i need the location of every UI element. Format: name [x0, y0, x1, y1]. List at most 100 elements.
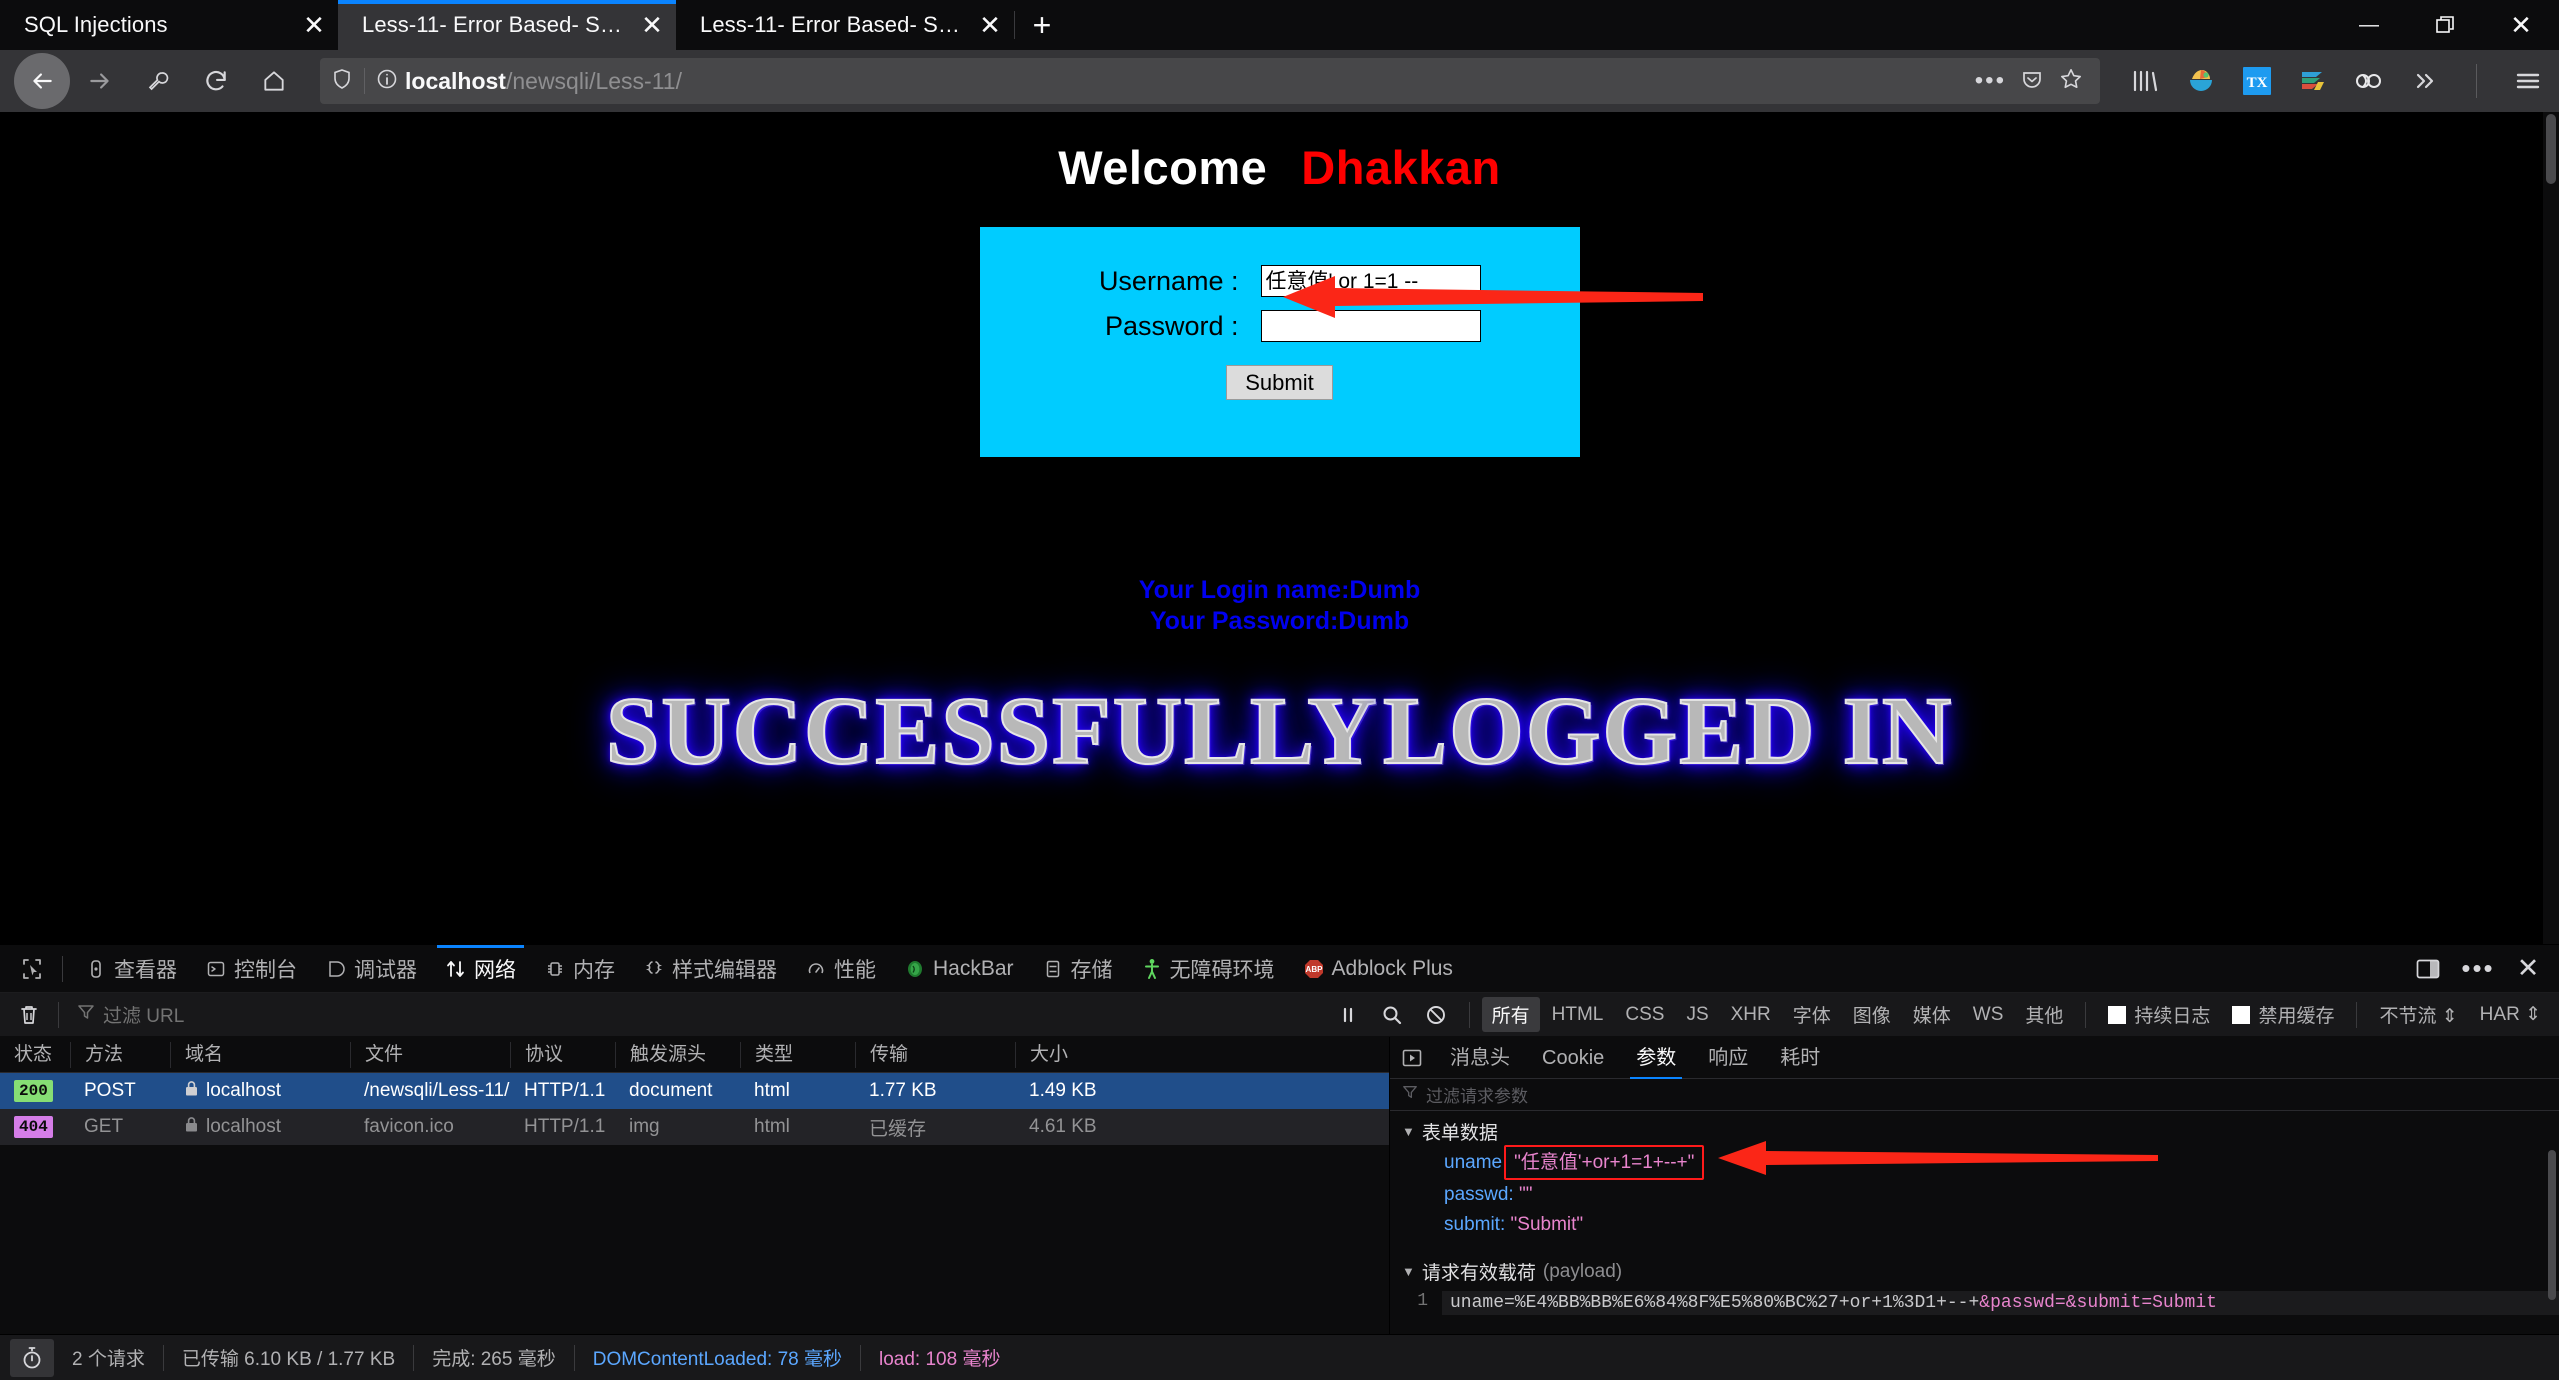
- close-icon[interactable]: ✕: [966, 1, 1014, 49]
- overflow-chevrons-icon[interactable]: [2408, 64, 2442, 98]
- filter-chip-ws[interactable]: WS: [1963, 1000, 2014, 1030]
- library-icon[interactable]: [2128, 64, 2162, 98]
- chevron-down-icon: ▼: [1402, 1124, 1415, 1139]
- maximize-icon[interactable]: [2407, 0, 2483, 50]
- form-data-row-submit[interactable]: submit: "Submit": [1444, 1210, 2559, 1239]
- filter-chip-js[interactable]: JS: [1676, 1000, 1718, 1030]
- devtools-tab-console[interactable]: 控制台: [191, 945, 311, 993]
- back-icon[interactable]: [14, 53, 70, 109]
- cell-type: html: [754, 1116, 790, 1137]
- hamburger-menu-icon[interactable]: [2511, 64, 2545, 98]
- disable-cache-checkbox[interactable]: 禁用缓存: [2222, 1001, 2344, 1028]
- filter-icon: [77, 1003, 95, 1026]
- tx-extension-icon[interactable]: TX: [2240, 64, 2274, 98]
- timer-icon[interactable]: [10, 1338, 54, 1377]
- devtools-tab-network[interactable]: 网络: [431, 944, 530, 993]
- minimize-icon[interactable]: —: [2331, 0, 2407, 50]
- filter-chip-all[interactable]: 所有: [1481, 997, 1540, 1032]
- toolbar-divider: [2476, 64, 2477, 98]
- shield-icon[interactable]: [330, 67, 354, 96]
- url-bar[interactable]: localhost/newsqli/Less-11/ •••: [320, 58, 2100, 104]
- column-header-protocol[interactable]: 协议: [510, 1041, 615, 1068]
- column-header-method[interactable]: 方法: [70, 1041, 170, 1068]
- details-tab-response[interactable]: 响应: [1692, 1037, 1764, 1079]
- filter-chip-xhr[interactable]: XHR: [1721, 1000, 1781, 1030]
- browser-window: SQL Injections ✕ Less-11- Error Based- S…: [0, 0, 2559, 1380]
- home-icon[interactable]: [246, 53, 302, 109]
- devtools-panel: 查看器 控制台 调试器 网络 内存 样式编辑器 性能 HackBar 存储 无障…: [0, 944, 2559, 1380]
- payload-code[interactable]: uname=%E4%BB%BB%E6%84%8F%E5%80%BC%27+or+…: [1442, 1291, 2559, 1316]
- browser-tab-3[interactable]: Less-11- Error Based- String ✕: [676, 0, 1014, 50]
- table-row[interactable]: 404 GET localhost favicon.ico HTTP/1.1 i…: [0, 1109, 1389, 1145]
- stripes-extension-icon[interactable]: [2296, 64, 2330, 98]
- har-dropdown[interactable]: HAR ⇕: [2470, 999, 2551, 1030]
- details-tab-timings[interactable]: 耗时: [1764, 1037, 1836, 1079]
- browser-tab-1[interactable]: SQL Injections ✕: [0, 0, 338, 50]
- devtools-tab-hackbar[interactable]: HackBar: [890, 945, 1028, 993]
- submit-button[interactable]: Submit: [1226, 365, 1333, 400]
- devtools-tab-adblock[interactable]: ABP Adblock Plus: [1289, 945, 1467, 993]
- wrench-icon[interactable]: [130, 53, 186, 109]
- persist-logs-checkbox[interactable]: 持续日志: [2098, 1001, 2220, 1028]
- details-scrollbar-thumb[interactable]: [2548, 1150, 2556, 1300]
- payload-header[interactable]: ▼ 请求有效载荷 (payload): [1402, 1258, 2559, 1285]
- browser-tab-2[interactable]: Less-11- Error Based- String ✕: [338, 0, 676, 50]
- cell-status: 200: [0, 1080, 70, 1102]
- block-icon[interactable]: [1415, 994, 1457, 1036]
- filter-chip-css[interactable]: CSS: [1615, 1000, 1674, 1030]
- filter-chip-html[interactable]: HTML: [1542, 1000, 1614, 1030]
- filter-chip-media[interactable]: 媒体: [1903, 997, 1961, 1032]
- search-icon[interactable]: [1371, 994, 1413, 1036]
- details-tab-cookies[interactable]: Cookie: [1526, 1037, 1620, 1079]
- devtools-close-icon[interactable]: ✕: [2505, 947, 2551, 991]
- devtools-tab-inspector[interactable]: 查看器: [71, 945, 191, 993]
- devtools-options-icon[interactable]: •••: [2455, 947, 2501, 991]
- resend-request-icon[interactable]: [1390, 1046, 1434, 1070]
- pocket-icon[interactable]: [2020, 67, 2044, 96]
- forward-icon[interactable]: [72, 53, 128, 109]
- page-info-icon[interactable]: [375, 67, 399, 96]
- devtools-tab-debugger[interactable]: 调试器: [311, 945, 431, 993]
- details-scrollbar[interactable]: [2545, 1150, 2559, 1340]
- reload-icon[interactable]: [188, 53, 244, 109]
- page-scrollbar[interactable]: [2543, 112, 2559, 944]
- ae-extension-icon[interactable]: [2352, 64, 2386, 98]
- trash-icon[interactable]: [8, 994, 50, 1036]
- close-icon[interactable]: ✕: [290, 1, 338, 49]
- element-picker-icon[interactable]: [10, 957, 54, 981]
- column-header-cause[interactable]: 触发源头: [615, 1041, 740, 1068]
- filter-chip-image[interactable]: 图像: [1843, 997, 1901, 1032]
- cell-protocol: HTTP/1.1: [524, 1080, 606, 1101]
- window-close-icon[interactable]: ✕: [2483, 0, 2559, 50]
- payload-title-suffix: (payload): [1542, 1260, 1623, 1282]
- page-scrollbar-thumb[interactable]: [2546, 114, 2556, 184]
- column-header-type[interactable]: 类型: [740, 1041, 855, 1068]
- column-header-status[interactable]: 状态: [0, 1042, 70, 1068]
- filter-chip-font[interactable]: 字体: [1783, 997, 1841, 1032]
- table-row[interactable]: 200 POST localhost /newsqli/Less-11/ HTT…: [0, 1073, 1389, 1109]
- devtools-tab-memory[interactable]: 内存: [530, 945, 629, 993]
- form-data-row-passwd[interactable]: passwd: "": [1444, 1180, 2559, 1209]
- pause-icon[interactable]: [1327, 994, 1369, 1036]
- devtools-tab-performance[interactable]: 性能: [791, 945, 890, 993]
- details-tab-headers[interactable]: 消息头: [1434, 1037, 1526, 1079]
- devtools-tab-accessibility[interactable]: 无障碍环境: [1127, 945, 1289, 993]
- column-header-size[interactable]: 大小: [1015, 1041, 1175, 1068]
- new-tab-button[interactable]: +: [1015, 0, 1069, 50]
- devtools-tab-style-editor[interactable]: 样式编辑器: [629, 945, 791, 993]
- extension-colorful-icon[interactable]: [2184, 64, 2218, 98]
- devtools-tab-storage[interactable]: 存储: [1028, 945, 1127, 993]
- filter-chip-other[interactable]: 其他: [2015, 997, 2073, 1032]
- star-icon[interactable]: [2058, 66, 2084, 97]
- column-header-file[interactable]: 文件: [350, 1041, 510, 1068]
- performance-icon: [805, 958, 827, 980]
- split-console-icon[interactable]: [2405, 947, 2451, 991]
- close-icon[interactable]: ✕: [628, 1, 676, 49]
- page-actions-icon[interactable]: •••: [1975, 67, 2006, 95]
- column-header-transferred[interactable]: 传输: [855, 1041, 1015, 1068]
- throttle-dropdown[interactable]: 不节流 ⇕: [2369, 997, 2467, 1032]
- details-tab-params[interactable]: 参数: [1620, 1037, 1692, 1079]
- params-filter-input[interactable]: 过滤请求参数: [1390, 1079, 2559, 1111]
- network-filter-input[interactable]: 过滤 URL: [67, 1001, 1327, 1028]
- column-header-domain[interactable]: 域名: [170, 1041, 350, 1068]
